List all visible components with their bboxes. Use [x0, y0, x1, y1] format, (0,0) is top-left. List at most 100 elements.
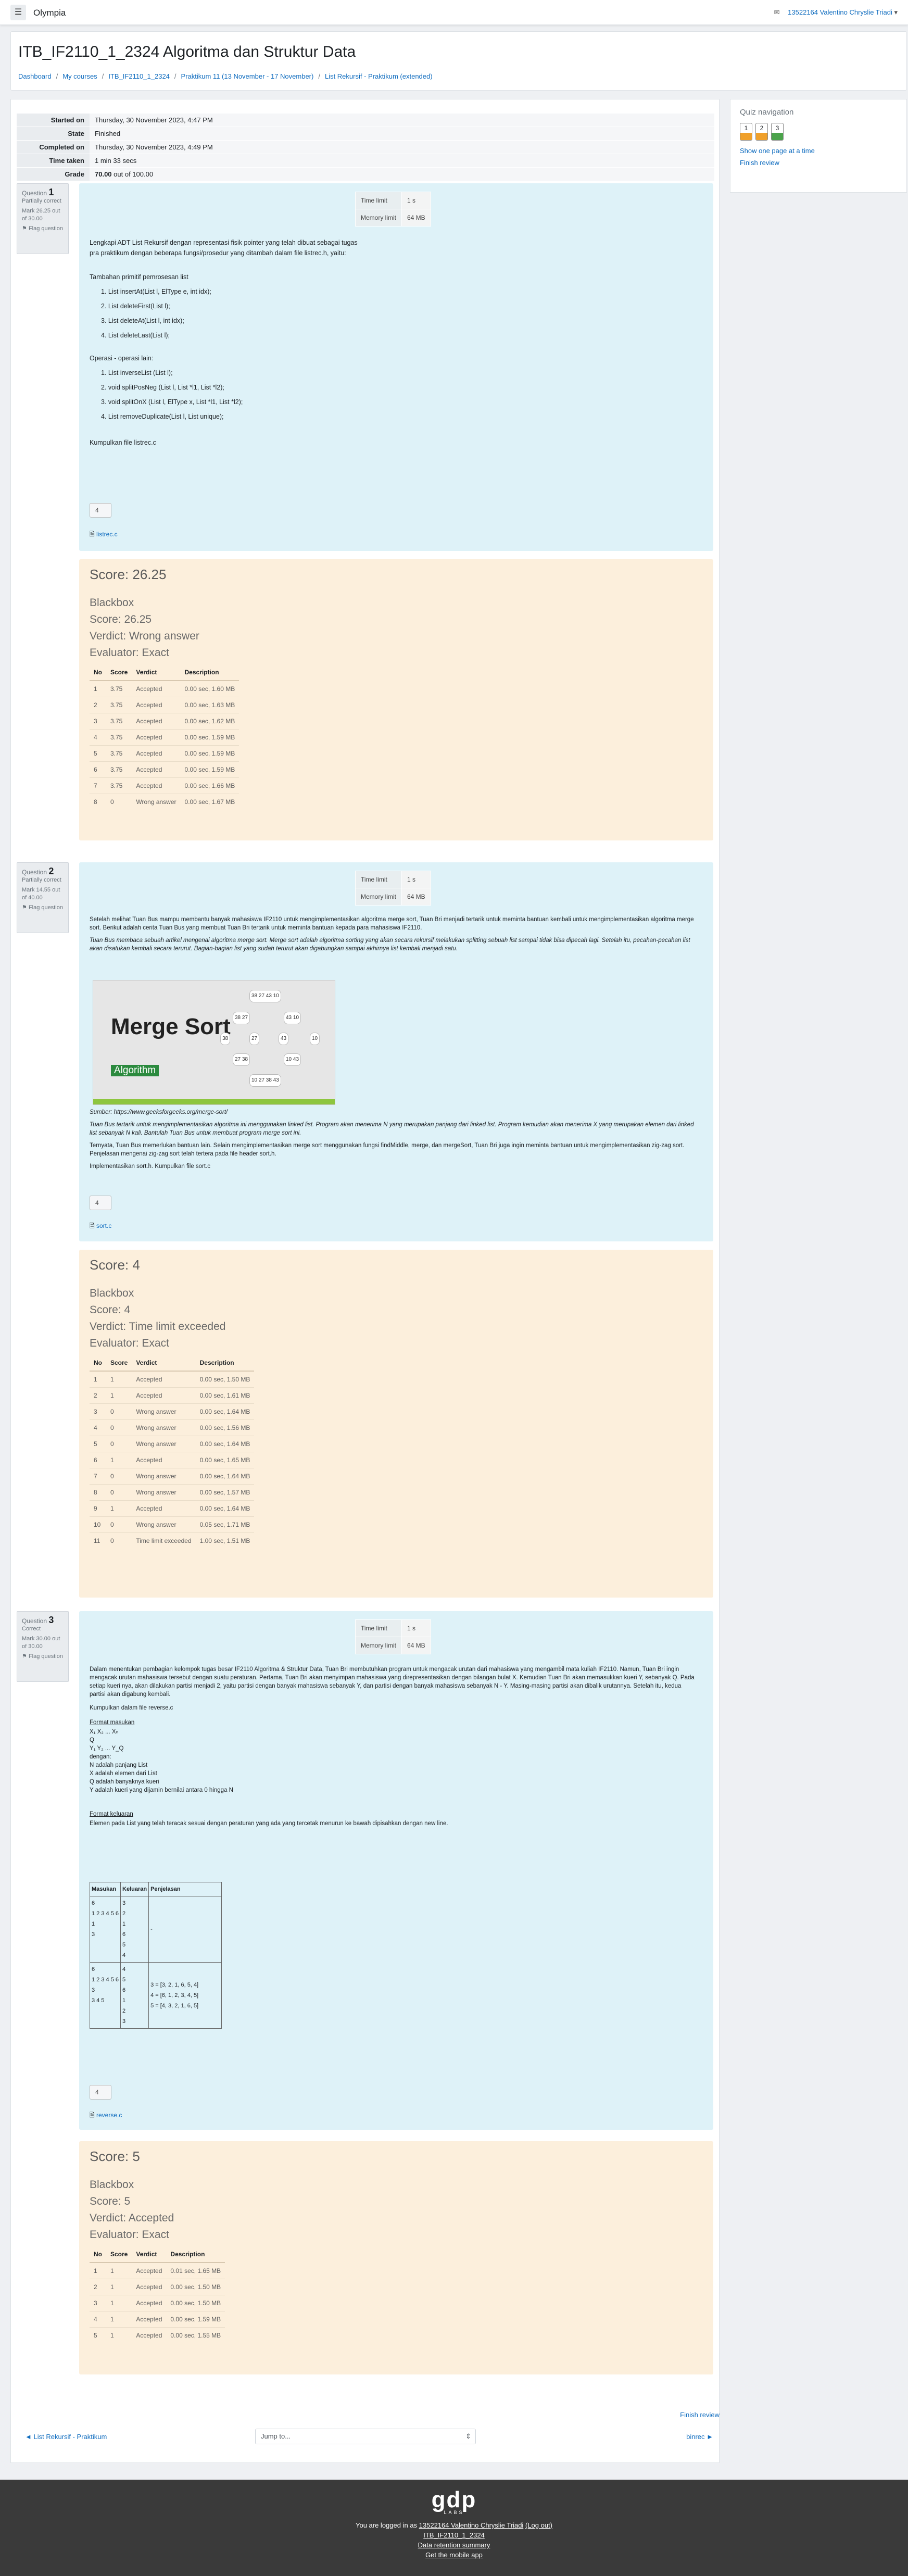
verdict-row: 4 3.75 Accepted 0.00 sec, 1.59 MB	[90, 729, 239, 746]
submitted-file[interactable]: 🗎 sort.c	[90, 1221, 111, 1231]
verdict-row: 3 1 Accepted 0.00 sec, 1.50 MB	[90, 2295, 225, 2311]
footer-course-link[interactable]: ITB_IF2110_1_2324	[423, 2531, 485, 2539]
finish-review-link[interactable]: Finish review	[740, 159, 906, 167]
question-number: 2	[48, 866, 54, 876]
cell-description: 0.00 sec, 1.50 MB	[166, 2279, 225, 2295]
limit-label: Memory limit	[355, 888, 402, 906]
breadcrumb-item[interactable]: List Rekursif - Praktikum (extended)	[325, 72, 433, 80]
breadcrumb-item[interactable]: My courses	[62, 72, 97, 80]
list-item: 1. List insertAt(List l, ElType e, int i…	[101, 288, 211, 295]
verdict-rows: 1 1 Accepted 0.00 sec, 1.50 MB 2 1 Accepted 0.0…	[90, 1371, 255, 1549]
limit-value: 64 MB	[401, 888, 431, 906]
breadcrumb-item[interactable]: Dashboard	[18, 72, 52, 80]
breadcrumb-item[interactable]: Praktikum 11 (13 November - 17 November)	[181, 72, 314, 80]
site-brand[interactable]: Olympia	[33, 8, 66, 18]
cell-no: 2	[90, 1387, 106, 1404]
verdict-row: 11 0 Time limit exceeded 1.00 sec, 1.51 MB	[90, 1532, 255, 1549]
col-header: Verdict	[132, 1355, 196, 1372]
io-line: 3 = [3, 2, 1, 6, 5, 4]	[150, 1982, 199, 1988]
verdict-row: 5 0 Wrong answer 0.00 sec, 1.64 MB	[90, 1436, 255, 1452]
quiz-nav-button-label: 3	[775, 124, 779, 132]
answer-field[interactable]: 4	[90, 503, 111, 518]
cell-no: 2	[90, 2279, 106, 2295]
finish-review-link[interactable]: Finish review	[680, 2411, 720, 2419]
cell-verdict: Accepted	[132, 2262, 167, 2279]
quiz-nav-button-3[interactable]: 3	[771, 123, 784, 141]
question-1-content: Time limit 1 s Memory limit 64 MB Lengkapi…	[79, 183, 713, 551]
col-header: No	[90, 2246, 106, 2263]
image-source: Sumber: https://www.geeksforgeeks.org/me…	[90, 1109, 228, 1115]
file-link[interactable]: listrec.c	[96, 531, 118, 538]
feedback-meta: Blackbox Score: 5 Verdict: Accepted Eval…	[90, 2177, 174, 2243]
flag-question[interactable]: ⚑ Flag question	[22, 1653, 64, 1661]
grader-name: Blackbox	[90, 597, 134, 609]
limit-label: Memory limit	[355, 1637, 402, 1654]
col-header: Score	[106, 2246, 132, 2263]
summary-row: Completed on Thursday, 30 November 2023, …	[17, 140, 714, 154]
answer-field[interactable]: 4	[90, 2085, 111, 2100]
jump-to-select[interactable]: Jump to... ⇕	[255, 2429, 476, 2444]
hamburger-menu-icon[interactable]: ☰	[10, 5, 26, 20]
cell-verdict: Accepted	[132, 761, 181, 778]
verdict-table: No Score Verdict Description 1 1 Accepted 0.01…	[90, 2246, 225, 2343]
footer-user-link[interactable]: 13522164 Valentino Chryslie Triadi	[419, 2521, 524, 2529]
data-retention-link[interactable]: Data retention summary	[418, 2541, 490, 2549]
question-number: 3	[48, 1615, 54, 1625]
file-icon: 🗎	[90, 2112, 95, 2119]
question-text-cont: Sumber: https://www.geeksforgeeks.org/me…	[90, 1108, 698, 1175]
footer-retention: Data retention summary	[0, 2541, 908, 2549]
cell-no: 5	[90, 1436, 106, 1452]
file-link[interactable]: reverse.c	[96, 2112, 122, 2119]
section-heading: Operasi - operasi lain:	[90, 355, 154, 362]
cell-no: 4	[90, 729, 106, 746]
verdict-row: 1 1 Accepted 0.01 sec, 1.65 MB	[90, 2262, 225, 2279]
io-line: 3	[92, 1987, 95, 1993]
file-link[interactable]: sort.c	[96, 1222, 111, 1229]
cell-score: 0	[106, 1468, 132, 1485]
cell-verdict: Accepted	[132, 680, 181, 697]
show-one-page-link[interactable]: Show one page at a time	[740, 147, 906, 155]
flag-question-label: Flag question	[28, 904, 63, 911]
io-line: 4	[122, 1966, 126, 1972]
bell-icon[interactable]: ✉	[774, 8, 780, 16]
cell-description: 0.00 sec, 1.64 MB	[195, 1468, 255, 1485]
grader-score: Score: 26.25	[90, 613, 152, 625]
cell-verdict: Accepted	[132, 2279, 167, 2295]
quiz-nav-button-2[interactable]: 2	[755, 123, 768, 141]
prev-activity-link[interactable]: ◄ List Rekursif - Praktikum	[25, 2433, 107, 2441]
cell-score: 0	[106, 794, 132, 810]
quiz-nav-button-1[interactable]: 1	[740, 123, 752, 141]
cell-score: 1	[106, 2311, 132, 2328]
diagram-node: 27 38	[233, 1053, 250, 1066]
logout-link[interactable]: (Log out)	[525, 2521, 552, 2529]
user-name[interactable]: 13522164 Valentino Chryslie Triadi	[788, 8, 892, 16]
cell-score: 3.75	[106, 761, 132, 778]
submitted-file[interactable]: 🗎 reverse.c	[90, 2110, 122, 2120]
chevron-down-icon[interactable]: ▾	[894, 8, 898, 16]
submit-instruction: Kumpulkan file listrec.c	[90, 439, 156, 446]
summary-value: Thursday, 30 November 2023, 4:49 PM	[90, 140, 714, 154]
question-text: Dalam menentukan pembagian kelompok tuga…	[90, 1665, 698, 1832]
verdict-row: 4 1 Accepted 0.00 sec, 1.59 MB	[90, 2311, 225, 2328]
cell-score: 0	[106, 1532, 132, 1549]
cell-description: 0.00 sec, 1.59 MB	[180, 761, 239, 778]
user-menu[interactable]: ✉ 13522164 Valentino Chryslie Triadi ▾	[774, 8, 898, 17]
section-heading: Format keluaran	[90, 1811, 133, 1817]
input-line: N adalah panjang List	[90, 1762, 148, 1768]
io-line: 5	[122, 1942, 126, 1948]
submitted-file[interactable]: 🗎 listrec.c	[90, 529, 118, 539]
flag-question[interactable]: ⚑ Flag question	[22, 904, 64, 912]
list-item: 3. void splitOnX (List l, ElType x, List…	[101, 398, 243, 406]
cell-no: 7	[90, 777, 106, 794]
quiz-navigation-title: Quiz navigation	[740, 108, 794, 117]
input-line: Y adalah kueri yang dijamin bernilai ant…	[90, 1787, 233, 1793]
answer-field[interactable]: 4	[90, 1196, 111, 1210]
col-header: No	[90, 664, 106, 681]
next-activity-link[interactable]: binrec ►	[686, 2433, 713, 2441]
grade-value: 70.00	[95, 170, 112, 178]
cell-verdict: Time limit exceeded	[132, 1532, 196, 1549]
mobile-app-link[interactable]: Get the mobile app	[425, 2551, 483, 2559]
breadcrumb-item[interactable]: ITB_IF2110_1_2324	[108, 72, 170, 80]
cell-verdict: Accepted	[132, 1500, 196, 1517]
flag-question[interactable]: ⚑ Flag question	[22, 225, 64, 233]
